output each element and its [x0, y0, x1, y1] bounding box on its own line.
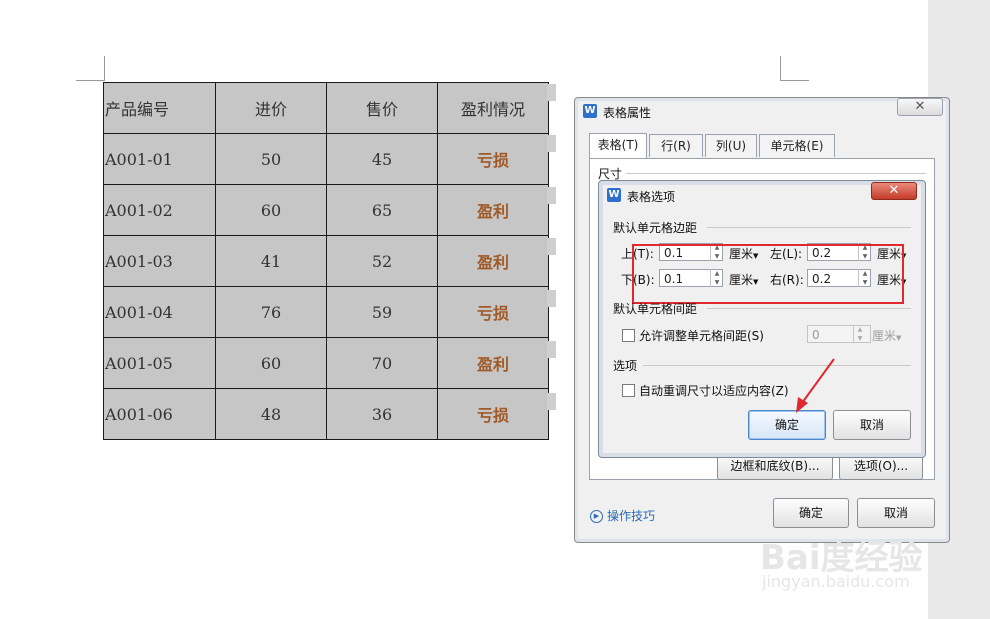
- cell-cost[interactable]: 76: [215, 286, 327, 338]
- close-icon: ✕: [914, 99, 926, 114]
- cell-cost[interactable]: 41: [215, 235, 327, 287]
- ok-button[interactable]: 确定: [773, 498, 849, 528]
- tab-cell[interactable]: 单元格(E): [759, 134, 835, 157]
- tips-link[interactable]: ▶ 操作技巧: [590, 507, 655, 524]
- cell-price[interactable]: 59: [326, 286, 438, 338]
- cell-price[interactable]: 45: [326, 133, 438, 185]
- dialog-title: 表格选项: [627, 190, 676, 204]
- row-end-marker: [547, 341, 556, 358]
- header-cell[interactable]: 产品编号: [103, 82, 216, 134]
- table-row: A001-03 41 52 盈利: [103, 235, 549, 287]
- cancel-button[interactable]: 取消: [857, 498, 935, 528]
- header-cell[interactable]: 进价: [215, 82, 327, 134]
- divider: [643, 365, 911, 366]
- cell-code[interactable]: A001-01: [103, 133, 216, 185]
- cell-cost[interactable]: 50: [215, 133, 327, 185]
- header-cell[interactable]: 盈利情况: [437, 82, 549, 134]
- close-button[interactable]: ✕: [871, 182, 917, 200]
- cell-price[interactable]: 65: [326, 184, 438, 236]
- autofit-checkbox[interactable]: [622, 384, 635, 397]
- cancel-button[interactable]: 取消: [833, 410, 911, 440]
- wps-logo-icon: W: [583, 104, 597, 118]
- default-spacing-label: 默认单元格间距: [613, 302, 698, 316]
- table-row: A001-04 76 59 亏损: [103, 286, 549, 338]
- cell-cost[interactable]: 48: [215, 388, 327, 440]
- spacing-spinner[interactable]: ▲ ▼: [853, 325, 866, 343]
- cell-cost[interactable]: 60: [215, 337, 327, 389]
- margins-highlight-box: [632, 244, 904, 304]
- close-icon: ✕: [888, 183, 900, 198]
- cell-status[interactable]: 盈利: [437, 337, 549, 389]
- row-end-marker: [547, 84, 556, 101]
- table-row: A001-01 50 45 亏损: [103, 133, 549, 185]
- options-section-label: 选项: [613, 359, 638, 373]
- unit-label: 厘米: [872, 329, 897, 343]
- spacing-unit[interactable]: 厘米▼: [872, 327, 901, 344]
- tab-row[interactable]: 行(R): [649, 134, 703, 157]
- tips-label: 操作技巧: [607, 509, 656, 523]
- table-header-row: 产品编号 进价 售价 盈利情况: [103, 82, 549, 134]
- cell-status[interactable]: 亏损: [437, 388, 549, 440]
- watermark-url: jingyan.baidu.com: [762, 572, 910, 591]
- table-row: A001-05 60 70 盈利: [103, 337, 549, 389]
- cell-price[interactable]: 70: [326, 337, 438, 389]
- cell-price[interactable]: 36: [326, 388, 438, 440]
- row-end-marker: [547, 393, 556, 410]
- row-end-marker: [547, 290, 556, 307]
- cell-price[interactable]: 52: [326, 235, 438, 287]
- header-cell[interactable]: 售价: [326, 82, 438, 134]
- divider: [707, 227, 911, 228]
- wps-logo-icon: W: [607, 188, 621, 202]
- default-margins-label: 默认单元格边距: [613, 221, 698, 235]
- divider: [707, 308, 911, 309]
- allow-spacing-checkbox[interactable]: [622, 329, 635, 342]
- row-end-marker: [547, 187, 556, 204]
- annotation-arrow: [796, 358, 835, 413]
- cell-cost[interactable]: 60: [215, 184, 327, 236]
- play-icon: ▶: [590, 510, 603, 523]
- cell-status[interactable]: 盈利: [437, 235, 549, 287]
- dialog-titlebar[interactable]: W 表格属性 ✕: [575, 98, 949, 124]
- chevron-down-icon: ▼: [896, 334, 902, 342]
- cell-status[interactable]: 盈利: [437, 184, 549, 236]
- cell-code[interactable]: A001-05: [103, 337, 216, 389]
- row-end-marker: [547, 135, 556, 152]
- product-table[interactable]: 产品编号 进价 售价 盈利情况 A001-01 50 45 亏损 A001-02…: [103, 82, 549, 440]
- close-button[interactable]: ✕: [897, 98, 943, 116]
- tab-table[interactable]: 表格(T): [589, 133, 647, 158]
- autofit-label[interactable]: 自动重调尺寸以适应内容(Z): [639, 382, 789, 399]
- cell-status[interactable]: 亏损: [437, 286, 549, 338]
- cell-code[interactable]: A001-04: [103, 286, 216, 338]
- cell-code[interactable]: A001-06: [103, 388, 216, 440]
- dialog-title: 表格属性: [603, 106, 652, 120]
- table-row: A001-02 60 65 盈利: [103, 184, 549, 236]
- tab-column[interactable]: 列(U): [705, 134, 757, 157]
- cell-code[interactable]: A001-02: [103, 184, 216, 236]
- page-corner-mark: [76, 56, 105, 81]
- cell-status[interactable]: 亏损: [437, 133, 549, 185]
- divider: [626, 173, 926, 174]
- page-corner-mark: [780, 56, 809, 81]
- row-end-marker: [547, 238, 556, 255]
- table-row: A001-06 48 36 亏损: [103, 388, 549, 440]
- cell-code[interactable]: A001-03: [103, 235, 216, 287]
- allow-spacing-label[interactable]: 允许调整单元格间距(S): [639, 327, 764, 344]
